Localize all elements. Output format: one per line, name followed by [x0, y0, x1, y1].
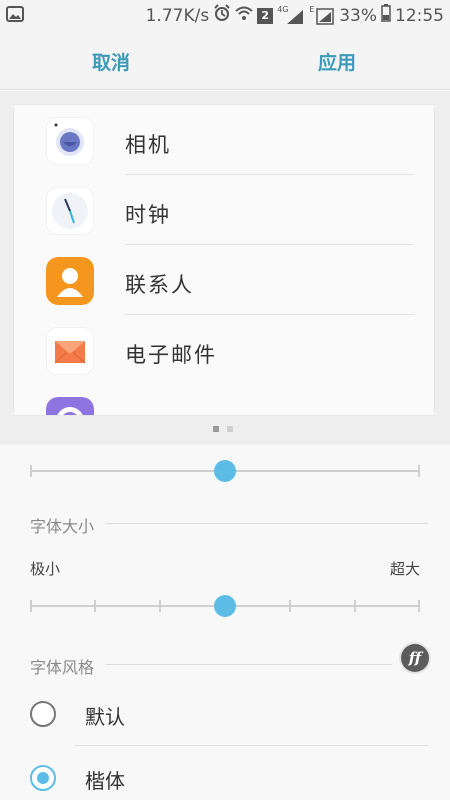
font-size-title: 字体大小: [30, 517, 95, 536]
font-preview-area: 相机 时钟 联系人 电子邮件: [0, 91, 450, 445]
status-bar: 1.77K/s 2 4G E 33% 12:55: [0, 0, 450, 30]
list-item: 时钟: [14, 175, 434, 245]
signal-4g-icon: 4G: [277, 5, 305, 25]
list-item: 电子邮件: [14, 315, 434, 385]
page-dot-2[interactable]: [227, 426, 233, 432]
font-option-label: 默认: [85, 705, 125, 729]
network-speed: 1.77K/s: [145, 5, 210, 26]
apply-button[interactable]: 应用: [318, 48, 356, 75]
battery-percent: 33%: [339, 5, 377, 26]
action-bar: 取消 应用: [0, 30, 450, 90]
slider-tick: [354, 600, 356, 612]
font-style-title: 字体风格: [30, 658, 95, 677]
divider: [75, 745, 428, 746]
camera-icon: [46, 117, 94, 165]
font-size-slider-thumb[interactable]: [214, 595, 236, 617]
signal-e-icon: E: [309, 5, 335, 25]
contacts-icon: [46, 257, 94, 305]
zoom-slider-thumb[interactable]: [214, 460, 236, 482]
section-divider: [106, 523, 428, 524]
sim-icon: 2: [257, 7, 274, 24]
app-icon-partial: [46, 397, 94, 415]
page-dot-1[interactable]: [213, 426, 219, 432]
app-label-clock: 时钟: [125, 203, 171, 227]
radio-default[interactable]: [30, 701, 56, 727]
radio-kaiti[interactable]: [30, 765, 56, 791]
app-label-camera: 相机: [125, 133, 171, 157]
battery-icon: [381, 4, 391, 27]
alarm-icon: [213, 4, 231, 27]
slider-tick: [94, 600, 96, 612]
clock-time: 12:55: [395, 5, 444, 26]
clock-icon: [46, 187, 94, 235]
section-divider: [106, 664, 392, 665]
preview-app-list[interactable]: 相机 时钟 联系人 电子邮件: [14, 105, 434, 415]
list-item: 相机: [14, 105, 434, 175]
font-option-label: 楷体: [85, 769, 125, 793]
app-label-contacts: 联系人: [125, 273, 194, 297]
slider-tick: [159, 600, 161, 612]
page-indicator: [213, 426, 233, 432]
cancel-button[interactable]: 取消: [92, 48, 130, 75]
email-icon: [46, 327, 94, 375]
slider-tick: [30, 465, 32, 477]
slider-tick: [30, 600, 32, 612]
font-size-min-label: 极小: [30, 560, 61, 578]
list-item: [14, 385, 434, 415]
slider-tick: [418, 600, 420, 612]
image-icon: [6, 6, 24, 27]
font-size-max-label: 超大: [389, 560, 420, 578]
slider-tick: [289, 600, 291, 612]
list-item: 联系人: [14, 245, 434, 315]
slider-tick: [418, 465, 420, 477]
download-fonts-icon[interactable]: ff: [401, 644, 429, 672]
app-label-email: 电子邮件: [125, 343, 217, 367]
wifi-icon: [235, 4, 253, 27]
settings-panel: 字体大小 极小 超大 字体风格 ff 默认 楷体: [0, 445, 450, 800]
